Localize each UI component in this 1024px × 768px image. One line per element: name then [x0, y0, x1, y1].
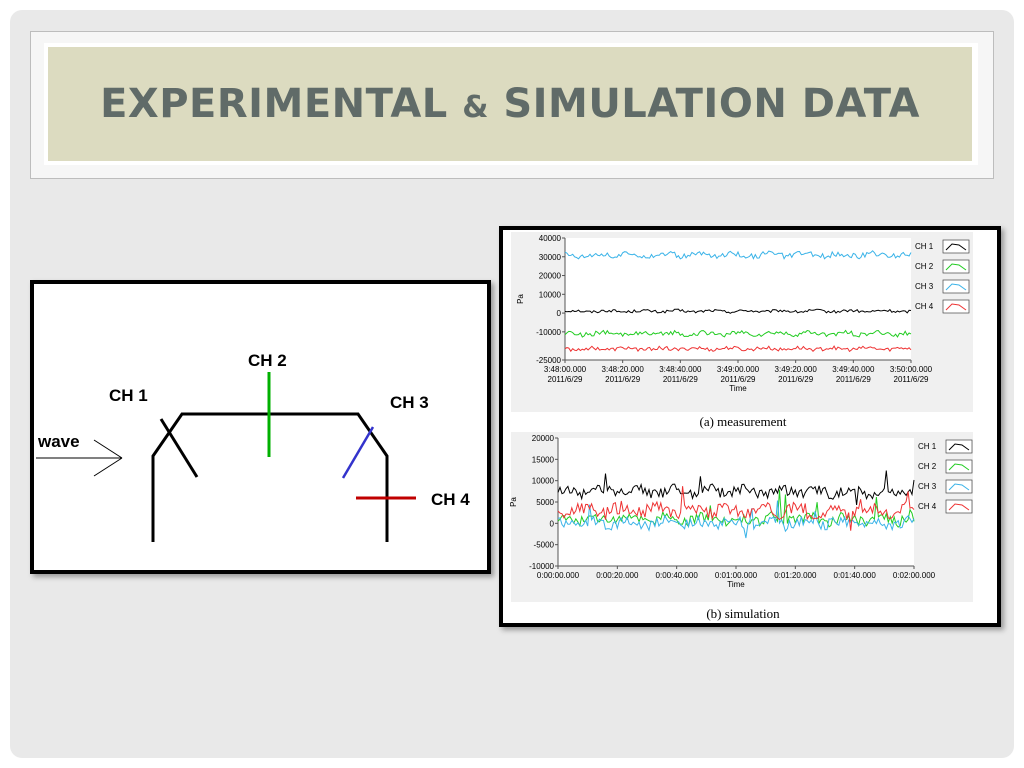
chart-0-xtick-label: 3:48:00.000 [544, 365, 587, 374]
ch4-label: CH 4 [431, 490, 470, 509]
chart-1-xtick-label: 0:01:20.000 [774, 571, 817, 580]
chart-1-xtick-label: 0:00:40.000 [656, 571, 699, 580]
title-ampersand: & [462, 90, 489, 125]
chart-0-legend-label: CH 2 [915, 262, 934, 271]
chart-0-xtick-label: 3:48:40.000 [659, 365, 702, 374]
chart-0-xtick-label: 3:50:00.000 [890, 365, 933, 374]
chart-0-xtick-date: 2011/6/29 [778, 375, 814, 384]
chart-1-ytick-label: 15000 [532, 455, 555, 464]
chart-0-xtick-date: 2011/6/29 [605, 375, 641, 384]
chart-1-plot: 20000 15000 10000 5000 0 -5000 -10000 Pa 0:00:00… [509, 434, 973, 589]
ch1-label: CH 1 [109, 386, 148, 405]
chart-1-legend-swatch [945, 459, 973, 474]
chart-0-xtick-label: 3:49:40.000 [832, 365, 875, 374]
chart-0-legend-swatch [942, 239, 970, 254]
chart-0-ytick-label: -10000 [536, 328, 561, 337]
chart-1-legend-label: CH 1 [918, 442, 937, 451]
chart-1-xtick-label: 0:01:40.000 [834, 571, 877, 580]
chart-a-caption: (a) measurement [700, 414, 787, 429]
chart-0-xtick-date: 2011/6/29 [836, 375, 872, 384]
chart-0-legend-label: CH 1 [915, 242, 934, 251]
chart-0-xtick-date: 2011/6/29 [663, 375, 699, 384]
chart-1-ylabel: Pa [509, 497, 518, 507]
chart-0-xtick-label: 3:49:00.000 [717, 365, 760, 374]
chart-1-ytick-label: -10000 [529, 562, 554, 571]
chart-1-legend-swatch [945, 439, 973, 454]
chart-1-xlabel: Time [727, 580, 745, 589]
chart-1-ytick-label: 10000 [532, 477, 555, 486]
chart-1-legend-swatch [945, 479, 973, 494]
chart-1-legend-label: CH 2 [918, 462, 937, 471]
chart-0-legend-label: CH 4 [915, 302, 934, 311]
sensor-diagram-svg: CH 1 CH 2 CH 3 CH 4 wave [36, 351, 470, 542]
chart-0-ylabel: Pa [516, 294, 525, 304]
chart-0-legend-swatch [942, 259, 970, 274]
chart-0-ytick-label: 20000 [539, 272, 562, 281]
title-part-2: SIMULATION DATA [503, 81, 920, 127]
chart-0-ytick-label: -25000 [536, 356, 561, 365]
chart-1-legend-swatch [945, 499, 973, 514]
slide-title: EXPERIMENTAL & SIMULATION DATA [100, 81, 920, 127]
chart-1-legend-label: CH 3 [918, 482, 937, 491]
ch2-label: CH 2 [248, 351, 287, 370]
title-part-1: EXPERIMENTAL [100, 81, 448, 127]
chart-1-xtick-label: 0:00:20.000 [596, 571, 639, 580]
chart-0-ytick-label: 10000 [539, 290, 562, 299]
chart-0-ytick-label: 30000 [539, 253, 562, 262]
chart-0-xlabel: Time [729, 384, 747, 393]
chart-1-ytick-label: 0 [550, 519, 555, 528]
chart-0-plot: 40000 30000 20000 10000 0 -10000 -25000 Pa 3:48:… [516, 234, 970, 393]
chart-0-legend-label: CH 3 [915, 282, 934, 291]
chart-1-ytick-label: 20000 [532, 434, 555, 443]
sensor-diagram: CH 1 CH 2 CH 3 CH 4 wave [30, 280, 491, 574]
chart-0-legend-swatch [942, 299, 970, 314]
chart-0-xtick-date: 2011/6/29 [894, 375, 930, 384]
charts-svg: (a) measurement (b) simulation 40000 3000… [509, 232, 973, 621]
chart-0-plot-area [565, 238, 911, 360]
chart-1-xtick-label: 0:00:00.000 [537, 571, 580, 580]
chart-b-caption: (b) simulation [706, 606, 780, 621]
chart-0-ytick-label: 40000 [539, 234, 562, 243]
chart-1-legend-label: CH 4 [918, 502, 937, 511]
chart-0-xtick-label: 3:48:20.000 [602, 365, 645, 374]
chart-1-xtick-label: 0:02:00.000 [893, 571, 936, 580]
chart-1-ytick-label: 5000 [536, 498, 554, 507]
chart-0-xtick-date: 2011/6/29 [548, 375, 584, 384]
charts-image: (a) measurement (b) simulation 40000 3000… [499, 226, 1001, 627]
ch3-label: CH 3 [390, 393, 429, 412]
chart-0-legend-swatch [942, 279, 970, 294]
chart-0-ytick-label: 0 [557, 309, 562, 318]
chart-0-xtick-label: 3:49:20.000 [775, 365, 818, 374]
chart-0-xtick-date: 2011/6/29 [721, 375, 757, 384]
chart-1-xtick-label: 0:01:00.000 [715, 571, 758, 580]
chart-1-ytick-label: -5000 [534, 541, 555, 550]
wave-label: wave [37, 432, 80, 451]
ch3-sensor-line [341, 426, 375, 479]
title-banner: EXPERIMENTAL & SIMULATION DATA [48, 47, 972, 161]
